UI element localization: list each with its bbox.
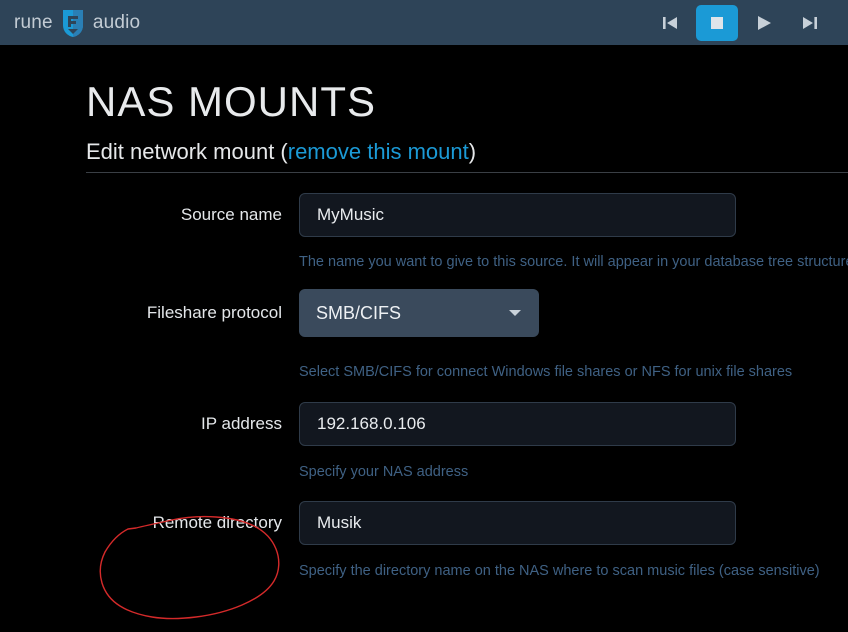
top-bar: rune audio (0, 0, 848, 45)
remote-directory-input[interactable] (299, 501, 736, 545)
brand-text-rune: rune (14, 11, 53, 33)
next-track-button[interactable] (790, 5, 830, 41)
page-content: NAS MOUNTS Edit network mount (remove th… (0, 45, 848, 620)
play-icon (758, 15, 771, 30)
section-subtitle: Edit network mount (remove this mount) (86, 139, 476, 165)
previous-track-button[interactable] (650, 5, 690, 41)
runeaudio-shield-logo-icon (60, 8, 86, 38)
help-fileshare-protocol: Select SMB/CIFS for connect Windows file… (299, 364, 793, 380)
help-source-name: The name you want to give to this source… (299, 254, 848, 270)
ip-address-input[interactable] (299, 402, 736, 446)
subtitle-prefix: Edit network mount ( (86, 139, 288, 164)
brand-text-audio: audio (92, 11, 141, 33)
fileshare-protocol-select[interactable]: SMB/CIFS (299, 289, 539, 337)
section-divider (86, 172, 848, 173)
page-title: NAS MOUNTS (86, 78, 377, 125)
source-name-input[interactable] (299, 193, 736, 237)
stop-icon (711, 16, 723, 29)
label-source-name: Source name (180, 205, 282, 224)
transport-controls (650, 4, 830, 41)
fileshare-protocol-value: SMB/CIFS (316, 303, 402, 323)
skip-previous-icon (663, 16, 677, 29)
remove-this-mount-link[interactable]: remove this mount (288, 139, 469, 164)
skip-next-icon (803, 16, 817, 29)
stop-button[interactable] (696, 4, 738, 41)
label-remote-directory: Remote directory (152, 513, 282, 532)
brand-logo[interactable]: rune audio (14, 8, 140, 38)
subtitle-suffix: ) (468, 139, 477, 164)
help-remote-directory: Specify the directory name on the NAS wh… (299, 563, 820, 579)
play-button[interactable] (744, 5, 784, 41)
help-ip-address: Specify your NAS address (299, 464, 469, 480)
label-ip-address: IP address (201, 414, 282, 433)
label-fileshare-protocol: Fileshare protocol (146, 303, 282, 322)
chevron-down-icon (509, 310, 521, 316)
